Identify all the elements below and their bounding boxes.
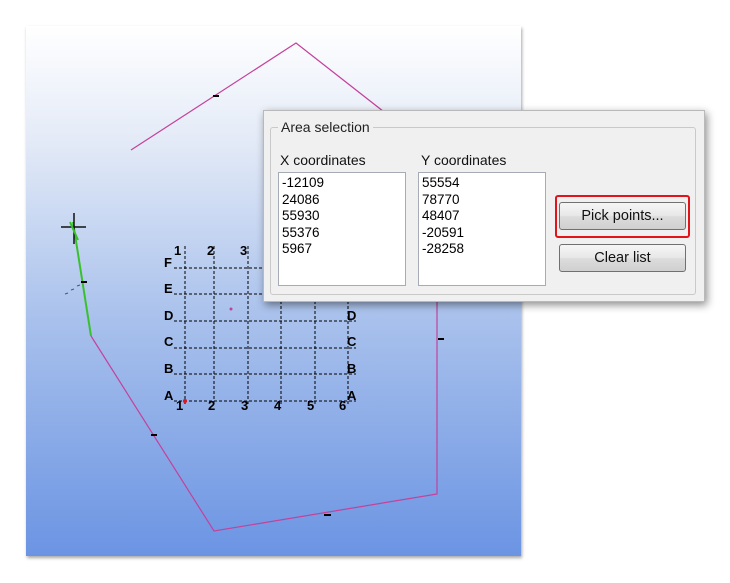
grid-label-right-row-D: D <box>347 308 356 323</box>
clear-list-button[interactable]: Clear list <box>559 244 686 272</box>
area-selection-panel: Area selection X coordinates Y coordinat… <box>263 110 705 302</box>
grid-label-top-col-1: 1 <box>174 243 181 258</box>
y-coordinates-header: Y coordinates <box>421 152 507 168</box>
y-coordinate-item[interactable]: 48407 <box>422 208 542 225</box>
x-coordinates-header: X coordinates <box>280 152 366 168</box>
pick-points-button[interactable]: Pick points... <box>559 202 686 230</box>
grid-label-left-row-B: B <box>164 361 173 376</box>
grid-origin-marker <box>183 399 187 403</box>
pick-dashes <box>64 284 81 295</box>
area-selection-title: Area selection <box>278 118 373 136</box>
grid-label-top-col-3: 3 <box>240 243 247 258</box>
grid-label-bottom-col-4: 4 <box>274 398 282 413</box>
grid-label-right-row-A: A <box>347 388 357 403</box>
grid-label-left-row-E: E <box>164 281 173 296</box>
x-coordinate-item[interactable]: -12109 <box>282 175 402 192</box>
x-coordinate-item[interactable]: 5967 <box>282 241 402 258</box>
grid-center-marker <box>229 307 233 311</box>
grid-label-left-row-A: A <box>164 388 174 403</box>
grid-label-top-col-2: 2 <box>207 243 214 258</box>
y-coordinate-item[interactable]: -28258 <box>422 241 542 258</box>
picked-segment <box>72 221 92 337</box>
y-coordinates-list[interactable]: 55554 78770 48407 -20591 -28258 <box>418 172 546 286</box>
x-coordinate-item[interactable]: 24086 <box>282 192 402 209</box>
x-coordinate-item[interactable]: 55376 <box>282 225 402 242</box>
grid-label-left-row-D: D <box>164 308 173 323</box>
grid-label-right-row-C: C <box>347 334 357 349</box>
grid-label-left-row-F: F <box>164 255 172 270</box>
grid-label-bottom-col-3: 3 <box>241 398 248 413</box>
crosshair-icon <box>61 213 86 244</box>
y-coordinate-item[interactable]: 55554 <box>422 175 542 192</box>
y-coordinate-item[interactable]: -20591 <box>422 225 542 242</box>
area-polygon-bottom <box>90 296 438 532</box>
grid-label-bottom-col-2: 2 <box>208 398 215 413</box>
grid-label-bottom-col-1: 1 <box>176 398 183 413</box>
x-coordinate-item[interactable]: 55930 <box>282 208 402 225</box>
grid-label-left-row-C: C <box>164 334 174 349</box>
y-coordinate-item[interactable]: 78770 <box>422 192 542 209</box>
grid-label-right-row-B: B <box>347 361 356 376</box>
x-coordinates-list[interactable]: -12109 24086 55930 55376 5967 <box>278 172 406 286</box>
grid-label-bottom-col-6: 6 <box>339 398 346 413</box>
grid-label-bottom-col-5: 5 <box>307 398 314 413</box>
